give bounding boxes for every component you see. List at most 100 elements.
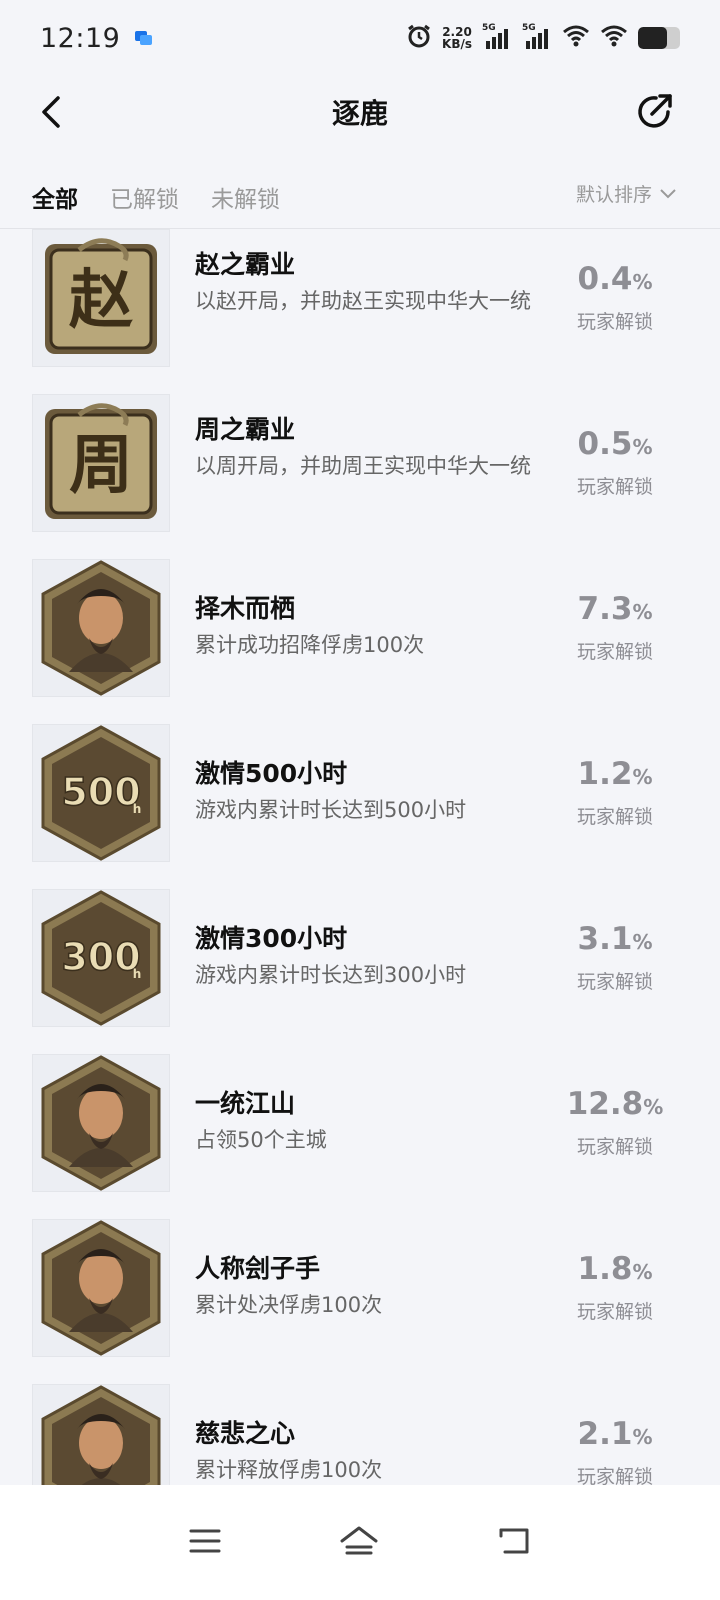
achievement-item[interactable]: 一统江山占领50个主城 12.8% 玩家解锁	[0, 1054, 720, 1218]
percent-sign: %	[632, 765, 653, 789]
svg-text:h: h	[133, 802, 142, 816]
wifi-icon	[600, 25, 628, 51]
achievement-item[interactable]: 300 h 激情300小时游戏内累计时长达到300小时 3.1% 玩家解锁	[0, 889, 720, 1053]
unlock-label: 玩家解锁	[576, 476, 653, 498]
achievement-description: 以赵开局，并助赵王实现中华大一统	[195, 289, 531, 313]
achievement-percent: 2.1%	[560, 1416, 670, 1452]
achievement-name: 慈悲之心	[195, 1419, 296, 1448]
achievement-description: 累计成功招降俘虏100次	[195, 633, 425, 657]
unlock-label: 玩家解锁	[576, 1136, 653, 1158]
achievement-name: 人称刽子手	[195, 1254, 321, 1283]
status-time: 12:19	[40, 22, 121, 54]
achievement-description: 以周开局，并助周王实现中华大一统	[195, 454, 531, 478]
unlock-label: 玩家解锁	[576, 1466, 653, 1485]
unlock-label: 玩家解锁	[576, 1301, 653, 1323]
achievement-percent: 3.1%	[560, 921, 670, 957]
achievement-badge-icon: 500 h	[32, 724, 170, 862]
achievement-list[interactable]: 赵赵之霸业 以赵开局，并助赵王实现中华大一统 0.4% 玩家解锁周周之霸业 以周开局，并…	[0, 229, 720, 1485]
percent-value: 1.2	[577, 756, 633, 792]
achievement-badge-icon: 周	[32, 394, 170, 532]
achievement-badge-icon	[32, 559, 170, 697]
sort-dropdown[interactable]: 默认排序	[576, 180, 676, 207]
tab-locked[interactable]: 未解锁	[211, 180, 280, 214]
status-bar: 12:19 2.20 KB/s 5G 5G	[0, 0, 720, 76]
wifi-icon	[562, 25, 590, 51]
sort-label: 默认排序	[575, 184, 652, 206]
achievement-name: 周之霸业	[195, 415, 296, 444]
achievement-item[interactable]: 慈悲之心累计释放俘虏100次 2.1% 玩家解锁	[0, 1384, 720, 1485]
achievement-name: 赵之霸业	[195, 250, 296, 279]
achievement-item[interactable]: 周 周之霸业以周开局，并助周王实现中华大一统 0.5% 玩家解锁	[0, 394, 720, 558]
network-speed-unit: KB/s	[442, 37, 472, 51]
achievement-badge-icon: 赵	[32, 229, 170, 367]
percent-value: 7.3	[577, 591, 633, 627]
unlock-label: 玩家解锁	[576, 311, 653, 333]
app-header: 逐鹿	[0, 76, 720, 148]
achievement-name: 一统江山	[195, 1089, 296, 1118]
achievement-percent: 1.2%	[560, 756, 670, 792]
unlock-label: 玩家解锁	[576, 641, 653, 663]
achievement-percent: 0.5%	[560, 426, 670, 462]
back-icon	[499, 1528, 529, 1553]
message-notification-icon	[134, 29, 154, 47]
tab-unlocked[interactable]: 已解锁	[110, 180, 179, 214]
percent-sign: %	[632, 930, 653, 954]
svg-text:300: 300	[61, 935, 140, 979]
home-button[interactable]	[339, 1525, 379, 1561]
achievement-name: 择木而栖	[195, 594, 296, 623]
share-button[interactable]	[632, 90, 676, 134]
svg-text:500: 500	[61, 770, 140, 814]
percent-sign: %	[632, 600, 653, 624]
achievement-badge-icon: 300 h	[32, 889, 170, 1027]
sim1-label: 5G	[482, 23, 496, 33]
unlock-label: 玩家解锁	[576, 971, 653, 993]
achievement-description: 占领50个主城	[195, 1128, 327, 1152]
sim2-label: 5G	[522, 23, 536, 33]
chevron-down-icon	[660, 188, 676, 198]
menu-icon	[189, 1529, 221, 1552]
achievement-description: 累计释放俘虏100次	[195, 1458, 383, 1482]
svg-text:h: h	[133, 967, 142, 981]
unlock-label: 玩家解锁	[576, 806, 653, 828]
achievement-name: 激情300小时	[195, 924, 348, 953]
signal-icon: 5G	[522, 23, 552, 49]
network-speed: 2.20 KB/s	[442, 26, 472, 50]
system-nav-bar	[0, 1485, 720, 1600]
achievement-description: 游戏内累计时长达到500小时	[195, 798, 467, 822]
achievement-item[interactable]: 500 h 激情500小时游戏内累计时长达到500小时 1.2% 玩家解锁	[0, 724, 720, 888]
percent-value: 1.8	[577, 1251, 633, 1287]
achievement-name: 激情500小时	[195, 759, 348, 788]
alarm-icon	[406, 23, 432, 53]
home-icon	[340, 1526, 378, 1554]
achievement-description: 游戏内累计时长达到300小时	[195, 963, 467, 987]
achievement-item[interactable]: 人称刽子手 累计处决俘虏100次 1.8% 玩家解锁	[0, 1219, 720, 1383]
achievement-percent: 7.3%	[560, 591, 670, 627]
achievement-percent: 12.8%	[560, 1086, 670, 1122]
share-arrow-icon	[638, 94, 672, 128]
percent-sign: %	[632, 1425, 653, 1449]
percent-value: 3.1	[577, 921, 633, 957]
percent-value: 12.8	[566, 1086, 644, 1122]
achievement-badge-icon	[32, 1384, 170, 1485]
battery-icon	[638, 27, 680, 49]
achievement-badge-icon	[32, 1219, 170, 1357]
svg-text:周: 周	[69, 428, 133, 503]
page-title: 逐鹿	[331, 97, 388, 130]
filter-tabs: 全部 已解锁 未解锁 默认排序	[0, 166, 720, 228]
percent-sign: %	[632, 270, 653, 294]
percent-sign: %	[632, 435, 653, 459]
percent-value: 2.1	[577, 1416, 633, 1452]
achievement-item[interactable]: 择木而栖累计成功招降俘虏100次 7.3% 玩家解锁	[0, 559, 720, 723]
achievement-badge-icon	[32, 1054, 170, 1192]
percent-sign: %	[632, 1260, 653, 1284]
menu-button[interactable]	[189, 1528, 221, 1558]
back-nav-button[interactable]	[497, 1526, 531, 1560]
percent-sign: %	[643, 1095, 664, 1119]
achievement-item[interactable]: 赵 赵之霸业以赵开局，并助赵王实现中华大一统 0.4% 玩家解锁	[0, 229, 720, 393]
achievement-percent: 1.8%	[560, 1251, 670, 1287]
percent-value: 0.5	[577, 426, 633, 462]
svg-text:赵: 赵	[69, 263, 133, 338]
tab-all[interactable]: 全部	[32, 180, 78, 214]
percent-value: 0.4	[577, 261, 633, 297]
achievement-percent: 0.4%	[560, 261, 670, 297]
